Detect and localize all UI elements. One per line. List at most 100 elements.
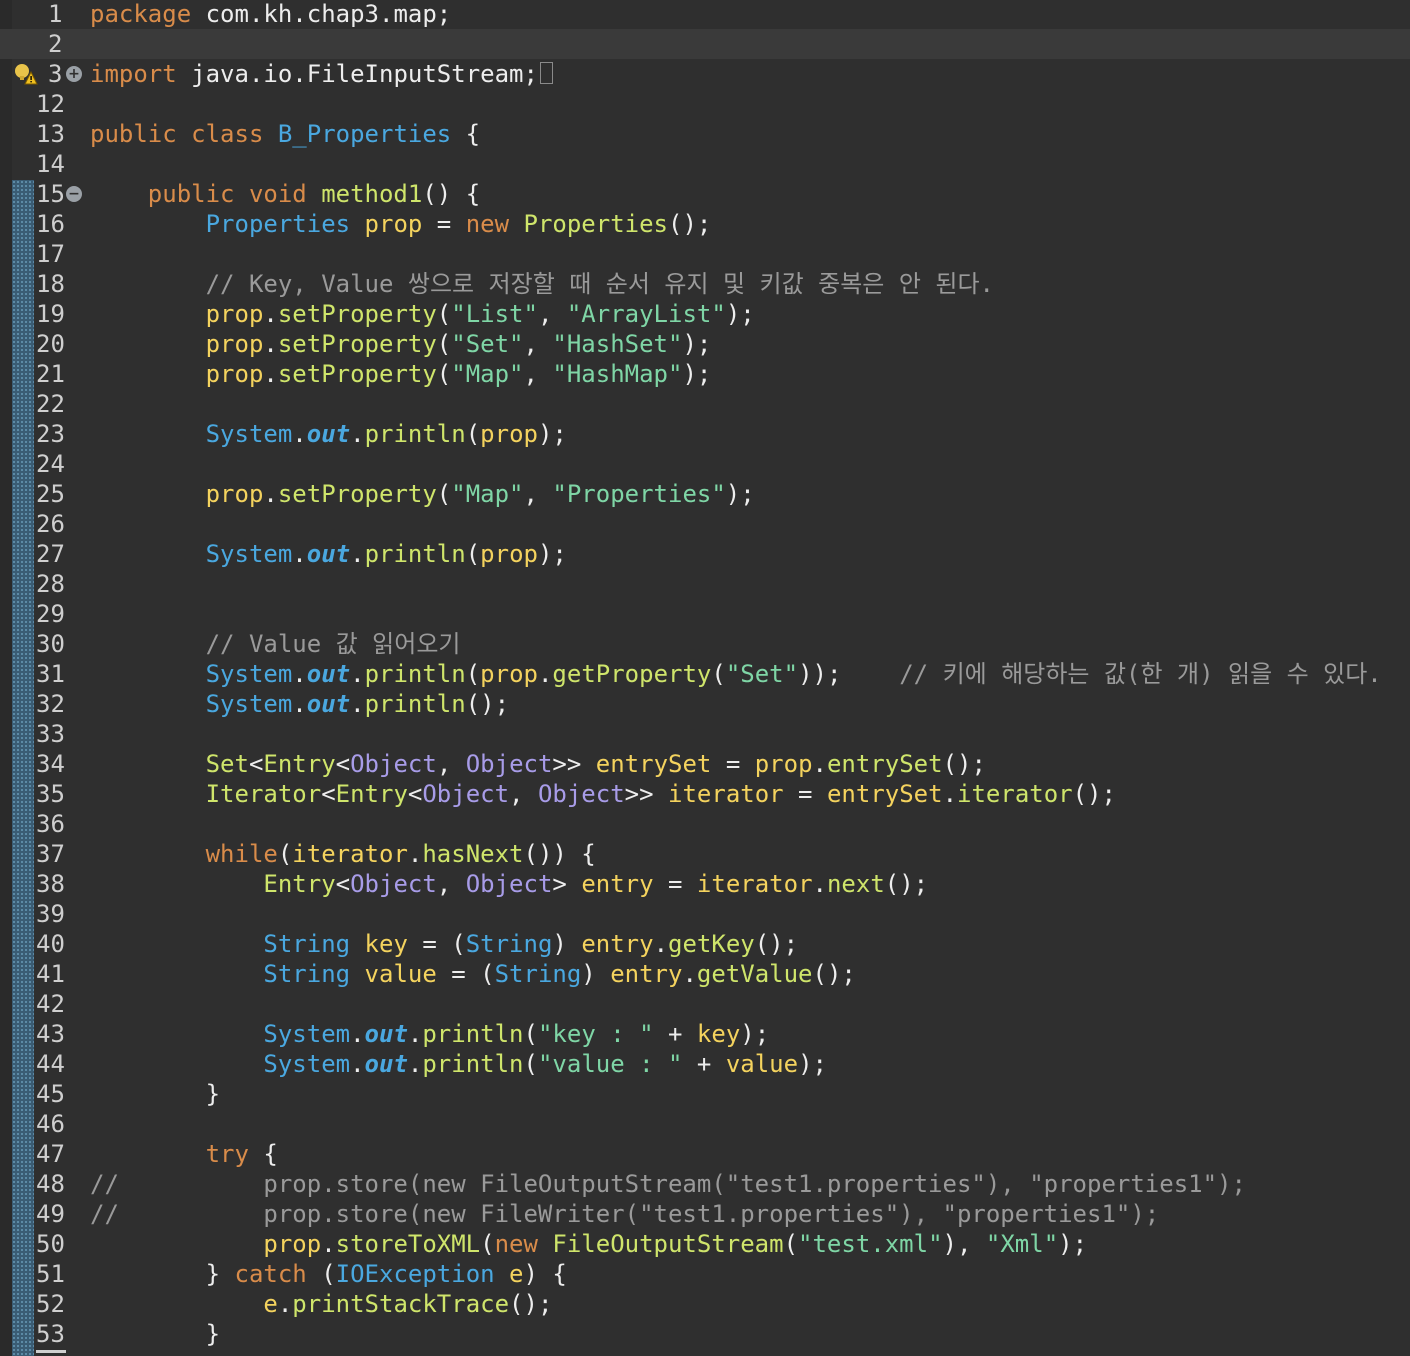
code-line[interactable]: 15− public void method1() { (0, 179, 1410, 209)
code-line[interactable]: 49 // prop.store(new FileWriter("test1.pr… (0, 1199, 1410, 1229)
code-token: ()) { (523, 840, 596, 868)
code-token: "Map" (451, 360, 524, 388)
code-token: prop (205, 480, 264, 508)
code-line[interactable]: 23 System.out.println(prop); (0, 419, 1410, 449)
code-token: IOException (335, 1260, 510, 1288)
code-line[interactable]: 48 // prop.store(new FileOutputStream("te… (0, 1169, 1410, 1199)
code-token: } (90, 1260, 235, 1288)
line-number: 37 (36, 840, 65, 868)
next-line-number-fragment (36, 1350, 66, 1353)
code-token: >> (624, 780, 669, 808)
code-token: // prop.store(new FileOutputStream("test… (90, 1170, 1246, 1198)
code-token: . (263, 360, 278, 388)
code-line[interactable]: 2 (0, 29, 1410, 59)
code-line[interactable]: 22 (0, 389, 1410, 419)
code-line[interactable]: 14 (0, 149, 1410, 179)
code-line[interactable]: 31 System.out.println(prop.getProperty("… (0, 659, 1410, 689)
code-line[interactable]: 29 (0, 599, 1410, 629)
code-token: out (306, 690, 351, 718)
code-token: Properties (523, 210, 669, 238)
code-line[interactable]: 37 while(iterator.hasNext()) { (0, 839, 1410, 869)
code-token: entry (581, 930, 654, 958)
code-token: prop (480, 660, 538, 688)
code-token: Entry (335, 780, 408, 808)
code-token: , (436, 750, 466, 778)
code-line[interactable]: 27 System.out.println(prop); (0, 539, 1410, 569)
code-token: method1 (321, 180, 423, 208)
code-token: (); (942, 750, 986, 778)
code-line[interactable]: 18 // Key, Value 쌍으로 저장할 때 순서 유지 및 키값 중복… (0, 269, 1410, 299)
line-number: 20 (36, 330, 65, 358)
code-token: iterator (696, 870, 813, 898)
code-line[interactable]: 20 prop.setProperty("Set", "HashSet"); (0, 329, 1410, 359)
code-line[interactable]: 42 (0, 989, 1410, 1019)
line-number: 35 (36, 780, 65, 808)
code-line[interactable]: 44 System.out.println("value : " + value… (0, 1049, 1410, 1079)
expand-fold-icon[interactable]: + (66, 66, 82, 82)
code-line[interactable]: 40 String key = (String) entry.getKey(); (0, 929, 1410, 959)
code-line[interactable]: 25 prop.setProperty("Map", "Properties")… (0, 479, 1410, 509)
code-token: prop (754, 750, 813, 778)
code-token: ( (523, 1020, 538, 1048)
line-number: 23 (36, 420, 65, 448)
code-line[interactable]: 38 Entry<Object, Object> entry = iterato… (0, 869, 1410, 899)
code-token: entrySet (826, 750, 943, 778)
code-token: = ( (436, 960, 495, 988)
code-line[interactable]: 3 + import java.io.FileInputStream; (0, 59, 1410, 89)
code-token: < (321, 780, 336, 808)
code-line[interactable]: 28 (0, 569, 1410, 599)
code-line[interactable]: 36 (0, 809, 1410, 839)
code-line[interactable]: 16 Properties prop = new Properties(); (0, 209, 1410, 239)
line-number: 22 (36, 390, 65, 418)
code-line[interactable]: 46 (0, 1109, 1410, 1139)
code-line[interactable]: 51 } catch (IOException e) { (0, 1259, 1410, 1289)
code-line[interactable]: 35 Iterator<Entry<Object, Object>> itera… (0, 779, 1410, 809)
code-line[interactable]: 32 System.out.println(); (0, 689, 1410, 719)
code-line[interactable]: 21 prop.setProperty("Map", "HashMap"); (0, 359, 1410, 389)
code-line[interactable]: 12 (0, 89, 1410, 119)
code-line[interactable]: 47 try { (0, 1139, 1410, 1169)
folded-region-marker[interactable] (539, 62, 553, 84)
code-token: println (364, 690, 466, 718)
code-text: Iterator<Entry<Object, Object>> iterator… (90, 779, 1116, 809)
code-token: ( (306, 1260, 336, 1288)
code-token: key (696, 1020, 741, 1048)
code-line[interactable]: 45 } (0, 1079, 1410, 1109)
code-line[interactable]: 41 String value = (String) entry.getValu… (0, 959, 1410, 989)
code-line[interactable]: 50 prop.storeToXML(new FileOutputStream(… (0, 1229, 1410, 1259)
line-number: 51 (36, 1260, 65, 1288)
collapse-fold-icon[interactable]: − (66, 186, 82, 202)
line-number: 21 (36, 360, 65, 388)
code-line[interactable]: 30 // Value 값 읽어오기 (0, 629, 1410, 659)
code-line[interactable]: 26 (0, 509, 1410, 539)
code-token: entrySet (826, 780, 943, 808)
code-token: catch (234, 1260, 307, 1288)
code-editor[interactable]: 1 package com.kh.chap3.map; 2 3 + import java… (0, 0, 1410, 1356)
code-token: getKey (668, 930, 755, 958)
code-line[interactable]: 1 package com.kh.chap3.map; (0, 0, 1410, 29)
code-line[interactable]: 53 } (0, 1319, 1410, 1349)
code-line[interactable]: 33 (0, 719, 1410, 749)
code-line[interactable]: 34 Set<Entry<Object, Object>> entrySet =… (0, 749, 1410, 779)
code-line[interactable]: 19 prop.setProperty("List", "ArrayList")… (0, 299, 1410, 329)
code-token: try (205, 1140, 249, 1168)
code-line[interactable]: 17 (0, 239, 1410, 269)
code-token: ); (537, 540, 567, 568)
code-token: ); (725, 480, 755, 508)
code-token: Object (465, 750, 553, 778)
code-line[interactable]: 39 (0, 899, 1410, 929)
code-token: System (263, 1020, 351, 1048)
code-line[interactable]: 43 System.out.println("key : " + key); (0, 1019, 1410, 1049)
code-token: , (523, 330, 553, 358)
code-text: System.out.println(prop.getProperty("Set… (90, 659, 1382, 689)
code-token: , (537, 300, 567, 328)
code-line[interactable]: 13 public class B_Properties { (0, 119, 1410, 149)
code-line[interactable]: 52 e.printStackTrace(); (0, 1289, 1410, 1319)
code-token: Set (205, 750, 249, 778)
code-token: String (465, 930, 553, 958)
warning-icon[interactable] (12, 62, 38, 86)
code-line[interactable]: 24 (0, 449, 1410, 479)
